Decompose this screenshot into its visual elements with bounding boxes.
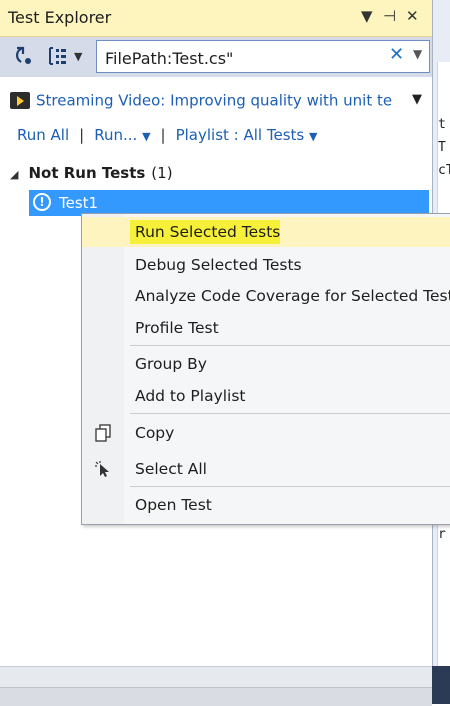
not-run-warning-icon: !	[33, 193, 51, 211]
run-dropdown[interactable]: Run... ▼	[94, 126, 150, 144]
menu-item-label: Group By	[135, 355, 207, 373]
menu-separator	[130, 486, 450, 487]
window-title: Test Explorer	[8, 8, 112, 27]
separator: |	[79, 126, 85, 144]
window-titlebar: Test Explorer ▼ ⊣ ✕	[0, 0, 432, 37]
menu-item-open-test[interactable]: Open Test	[82, 490, 450, 520]
search-box: ✕ ▼	[96, 40, 430, 73]
pin-button[interactable]: ⊣	[383, 7, 396, 25]
menu-item-label: Open Test	[135, 496, 212, 514]
menu-item-label: Profile Test	[135, 319, 219, 337]
menu-item-analyze-code-coverage[interactable]: Analyze Code Coverage for Selected Tests	[82, 281, 450, 311]
not-run-tests-group[interactable]: ◢ Not Run Tests (1)	[10, 164, 173, 182]
playlist-label: Playlist : All Tests	[175, 126, 305, 144]
window-menu-button[interactable]: ▼	[361, 7, 373, 25]
run-all-link[interactable]: Run All	[17, 126, 69, 144]
context-menu: Run Selected Tests Debug Selected Tests …	[81, 213, 450, 525]
menu-item-profile-test[interactable]: Profile Test	[82, 313, 450, 343]
menu-item-group-by[interactable]: Group By	[82, 349, 450, 379]
menu-item-copy[interactable]: Copy	[82, 418, 450, 448]
select-all-icon	[94, 460, 112, 482]
status-strip	[0, 687, 432, 706]
menu-item-run-selected-tests[interactable]: Run Selected Tests	[82, 217, 450, 247]
promo-dropdown-icon[interactable]: ▼	[412, 92, 422, 107]
menu-separator	[130, 345, 450, 346]
separator: |	[160, 126, 166, 144]
menu-separator	[130, 413, 450, 414]
test-name: Test1	[59, 194, 99, 212]
menu-item-label: Copy	[135, 424, 175, 442]
video-promo-link[interactable]: Streaming Video: Improving quality with …	[10, 90, 430, 114]
playlist-chevron-down-icon: ▼	[309, 130, 318, 143]
search-dropdown-icon[interactable]: ▼	[413, 47, 422, 61]
editor-fragment: r	[438, 527, 446, 542]
clear-search-icon[interactable]: ✕	[389, 44, 404, 65]
group-by-dropdown-icon[interactable]: ▼	[74, 50, 82, 74]
search-input[interactable]	[103, 45, 387, 71]
playlist-dropdown[interactable]: Playlist : All Tests ▼	[176, 126, 318, 144]
editor-fragment: cT	[438, 163, 450, 178]
menu-item-debug-selected-tests[interactable]: Debug Selected Tests	[82, 250, 450, 280]
video-icon	[10, 92, 30, 109]
group-count: (1)	[151, 164, 173, 182]
promo-text: Streaming Video: Improving quality with …	[36, 91, 393, 110]
refresh-icon[interactable]	[12, 45, 34, 69]
editor-fragment: t	[438, 117, 446, 132]
menu-item-label: Run Selected Tests	[135, 223, 281, 241]
menu-item-label: Select All	[135, 460, 207, 478]
menu-item-select-all[interactable]: Select All	[82, 454, 450, 484]
close-button[interactable]: ✕	[406, 7, 419, 25]
toolbar: ▼ ✕ ▼	[0, 37, 432, 77]
editor-fragment: T	[438, 140, 446, 155]
bottom-status-bar	[0, 666, 432, 706]
group-by-icon[interactable]	[46, 45, 68, 69]
copy-icon	[94, 424, 112, 446]
run-label: Run...	[94, 126, 138, 144]
collapse-triangle-icon[interactable]: ◢	[10, 168, 18, 181]
editor-scroll-corner	[432, 666, 450, 704]
run-bar: Run All | Run... ▼ | Playlist : All Tests ▼	[17, 126, 317, 148]
group-name: Not Run Tests	[28, 164, 146, 182]
run-chevron-down-icon: ▼	[142, 130, 151, 143]
menu-item-label: Analyze Code Coverage for Selected Tests	[135, 287, 450, 305]
menu-item-add-to-playlist[interactable]: Add to Playlist	[82, 381, 450, 411]
menu-item-label: Debug Selected Tests	[135, 256, 302, 274]
menu-item-label: Add to Playlist	[135, 387, 246, 405]
